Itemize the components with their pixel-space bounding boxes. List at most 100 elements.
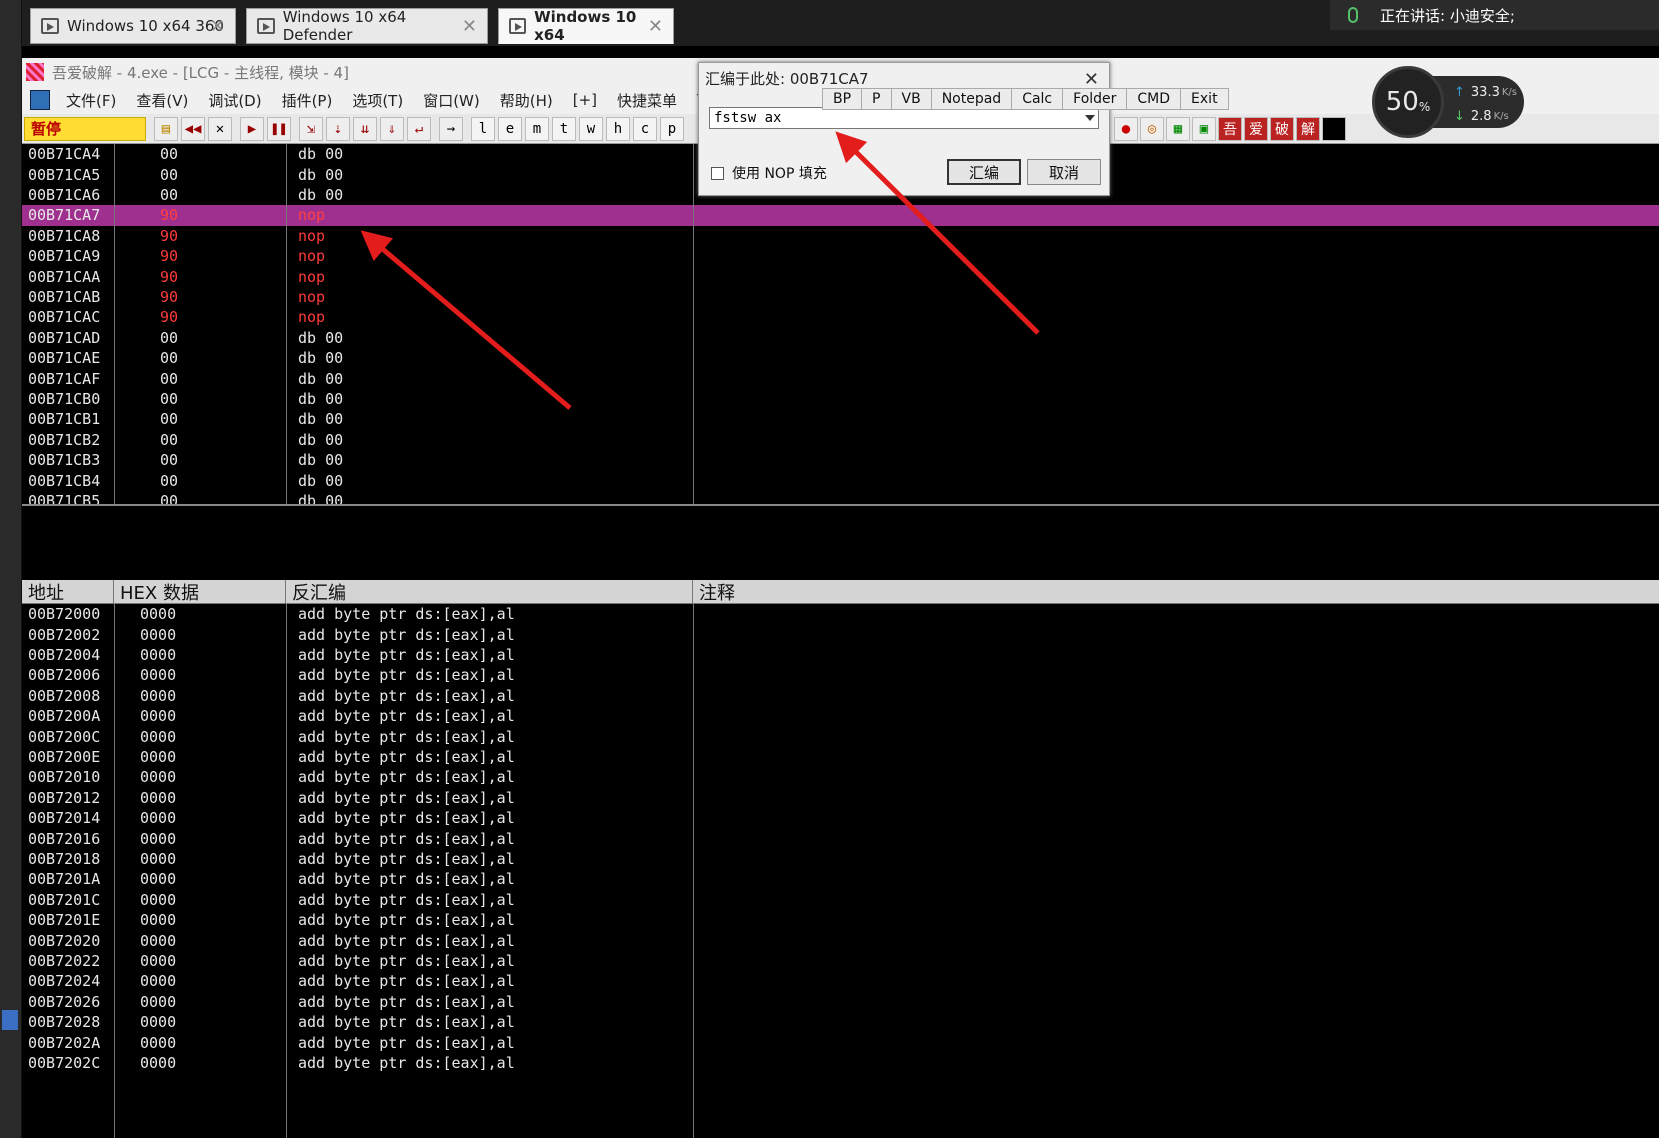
vm-tab-win10[interactable]: Windows 10 x64 ✕: [498, 8, 674, 44]
disasm-row[interactable]: 00B71CAC 90 nop: [22, 307, 1659, 327]
disasm-row[interactable]: 00B7200A 0000 add byte ptr ds:[eax],al: [22, 706, 1659, 726]
menu-shortcut[interactable]: 快捷菜单: [607, 90, 687, 111]
menu-window[interactable]: 窗口(W): [413, 90, 490, 111]
plugin-wu-button[interactable]: 吾: [1218, 117, 1242, 141]
quick-notepad-button[interactable]: Notepad: [930, 88, 1013, 110]
toolbar-e-button[interactable]: e: [498, 116, 522, 141]
disasm-row[interactable]: 00B7201C 0000 add byte ptr ds:[eax],al: [22, 890, 1659, 910]
disasm-row[interactable]: 00B71CA7 90 nop: [22, 205, 1659, 226]
menu-file[interactable]: 文件(F): [56, 90, 126, 111]
run-icon[interactable]: ▶: [240, 116, 264, 141]
plugin-grid-icon[interactable]: ▦: [1166, 117, 1190, 141]
toolbar-l-button[interactable]: l: [471, 116, 495, 141]
cancel-button[interactable]: 取消: [1027, 159, 1101, 185]
quick-p-button[interactable]: P: [861, 88, 892, 110]
header-comment[interactable]: 注释: [693, 580, 1659, 604]
header-address[interactable]: 地址: [22, 580, 114, 604]
disasm-row[interactable]: 00B71CB3 00 db 00: [22, 450, 1659, 470]
vm-tab-defender[interactable]: Windows 10 x64 Defender ✕: [246, 8, 488, 44]
step-over-icon[interactable]: ⇣: [326, 116, 350, 141]
plugin-jie-button[interactable]: 解: [1296, 117, 1320, 141]
disasm-row[interactable]: 00B7202C 0000 add byte ptr ds:[eax],al: [22, 1053, 1659, 1073]
plugin-po-button[interactable]: 破: [1270, 117, 1294, 141]
close-icon[interactable]: ✕: [462, 16, 477, 37]
disasm-row[interactable]: 00B72026 0000 add byte ptr ds:[eax],al: [22, 992, 1659, 1012]
disasm-row[interactable]: 00B71CAF 00 db 00: [22, 368, 1659, 388]
disasm-row[interactable]: 00B71CAD 00 db 00: [22, 328, 1659, 348]
disassembly-pane-bottom[interactable]: 00B7202C 0000 add byte ptr ds:[eax],al 00B7…: [22, 604, 1659, 1138]
network-speed-widget[interactable]: ↑ 33.3 K/s ↓ 2.8 K/s 50%: [1372, 66, 1524, 138]
quick-bp-button[interactable]: BP: [822, 88, 863, 110]
toolbar-t-button[interactable]: t: [552, 116, 576, 141]
menu-plus[interactable]: [+]: [563, 91, 607, 109]
disasm-row[interactable]: 00B72028 0000 add byte ptr ds:[eax],al: [22, 1012, 1659, 1032]
header-disasm[interactable]: 反汇编: [286, 580, 693, 604]
disasm-row[interactable]: 00B7200E 0000 add byte ptr ds:[eax],al: [22, 747, 1659, 767]
step-into-icon[interactable]: ⇲: [299, 116, 323, 141]
close-icon[interactable]: ✕: [210, 16, 225, 37]
menu-options[interactable]: 选项(T): [342, 90, 413, 111]
close-icon[interactable]: ✕: [648, 16, 663, 37]
toolbar-p-button[interactable]: p: [660, 116, 684, 141]
menu-view[interactable]: 查看(V): [126, 90, 198, 111]
toolbar-h-button[interactable]: h: [606, 116, 630, 141]
disasm-row[interactable]: 00B71CAE 00 db 00: [22, 348, 1659, 368]
assemble-input[interactable]: fstsw ax: [709, 107, 1099, 129]
disasm-row[interactable]: 00B71CAB 90 nop: [22, 287, 1659, 307]
plugin-ai-button[interactable]: 爱: [1244, 117, 1268, 141]
trace-into-icon[interactable]: ⇊: [353, 116, 377, 141]
toolbar-w-button[interactable]: w: [579, 116, 603, 141]
disasm-row[interactable]: 00B71CB1 00 db 00: [22, 409, 1659, 429]
disasm-row[interactable]: 00B72018 0000 add byte ptr ds:[eax],al: [22, 849, 1659, 869]
disasm-row[interactable]: 00B71CB0 00 db 00: [22, 389, 1659, 409]
menu-debug[interactable]: 调试(D): [198, 90, 271, 111]
disasm-row[interactable]: 00B72020 0000 add byte ptr ds:[eax],al: [22, 930, 1659, 950]
checkbox-box[interactable]: [711, 166, 724, 180]
disasm-row[interactable]: 00B72022 0000 add byte ptr ds:[eax],al: [22, 951, 1659, 971]
quick-folder-button[interactable]: Folder: [1062, 88, 1128, 110]
disasm-row[interactable]: 00B72010 0000 add byte ptr ds:[eax],al: [22, 767, 1659, 787]
disasm-row[interactable]: 00B7200C 0000 add byte ptr ds:[eax],al: [22, 726, 1659, 746]
disasm-row[interactable]: 00B71CA9 90 nop: [22, 246, 1659, 266]
pause-icon[interactable]: ❚❚: [267, 116, 291, 141]
header-hex[interactable]: HEX 数据: [114, 580, 286, 604]
vm-tab-360[interactable]: Windows 10 x64 360 ✕: [30, 8, 236, 44]
disasm-row[interactable]: 00B71CB2 00 db 00: [22, 430, 1659, 450]
trace-over-icon[interactable]: ⇓: [380, 116, 404, 141]
disasm-row[interactable]: 00B71CA8 90 nop: [22, 226, 1659, 246]
disasm-row[interactable]: 00B72006 0000 add byte ptr ds:[eax],al: [22, 665, 1659, 685]
open-icon[interactable]: ▤: [154, 116, 178, 141]
disasm-row[interactable]: 00B7202A 0000 add byte ptr ds:[eax],al: [22, 1032, 1659, 1052]
disassembly-pane-top[interactable]: 00B71CB5 00 db 00 00B71CB4 00 db 00 00B71CB3 00…: [22, 144, 1659, 510]
plugin-screen-icon[interactable]: ▣: [1192, 117, 1216, 141]
disasm-row[interactable]: 00B72024 0000 add byte ptr ds:[eax],al: [22, 971, 1659, 991]
disasm-row[interactable]: 00B71CAA 90 nop: [22, 266, 1659, 286]
disasm-row[interactable]: 00B7201A 0000 add byte ptr ds:[eax],al: [22, 869, 1659, 889]
close-process-icon[interactable]: ✕: [208, 116, 232, 141]
assemble-button[interactable]: 汇编: [947, 159, 1021, 185]
plugin-red-icon[interactable]: ●: [1114, 117, 1138, 141]
disasm-row[interactable]: 00B72002 0000 add byte ptr ds:[eax],al: [22, 624, 1659, 644]
chevron-down-icon[interactable]: [1083, 111, 1097, 125]
disasm-row[interactable]: 00B7201E 0000 add byte ptr ds:[eax],al: [22, 910, 1659, 930]
disasm-row[interactable]: 00B72012 0000 add byte ptr ds:[eax],al: [22, 788, 1659, 808]
quick-vb-button[interactable]: VB: [890, 88, 932, 110]
disasm-row[interactable]: 00B72016 0000 add byte ptr ds:[eax],al: [22, 828, 1659, 848]
disasm-row[interactable]: 00B71CB4 00 db 00: [22, 470, 1659, 490]
plugin-black-icon[interactable]: [1322, 117, 1346, 141]
goto-icon[interactable]: →: [439, 116, 463, 141]
quick-cmd-button[interactable]: CMD: [1126, 88, 1182, 110]
disasm-row[interactable]: 00B72004 0000 add byte ptr ds:[eax],al: [22, 645, 1659, 665]
execute-till-return-icon[interactable]: ↵: [407, 116, 431, 141]
disasm-row[interactable]: 00B72008 0000 add byte ptr ds:[eax],al: [22, 686, 1659, 706]
toolbar-m-button[interactable]: m: [525, 116, 549, 141]
pane-divider[interactable]: [22, 504, 1659, 580]
quick-calc-button[interactable]: Calc: [1011, 88, 1064, 110]
plugin-target-icon[interactable]: ◎: [1140, 117, 1164, 141]
menu-plugins[interactable]: 插件(P): [272, 90, 343, 111]
quick-exit-button[interactable]: Exit: [1180, 88, 1229, 110]
system-menu-icon[interactable]: [30, 90, 50, 110]
nop-fill-checkbox[interactable]: 使用 NOP 填充: [711, 163, 827, 183]
close-icon[interactable]: ✕: [1084, 69, 1099, 90]
disasm-row[interactable]: 00B72014 0000 add byte ptr ds:[eax],al: [22, 808, 1659, 828]
